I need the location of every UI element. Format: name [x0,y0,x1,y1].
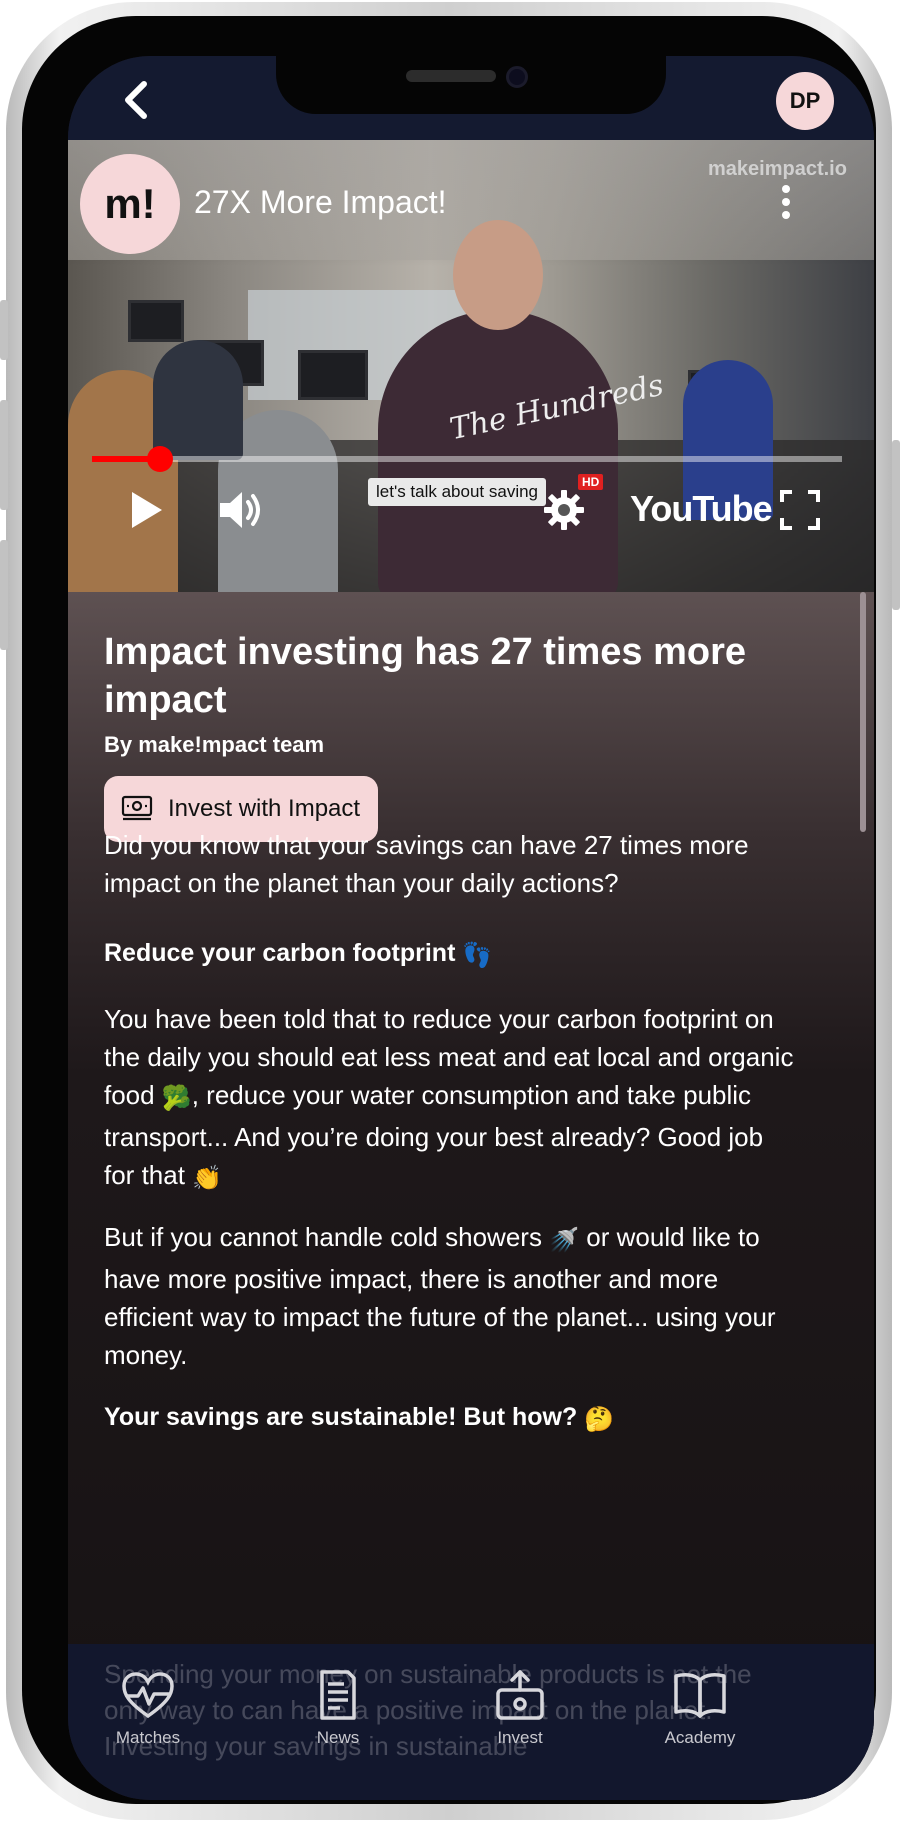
book-icon [674,1673,726,1718]
intro-paragraph: Did you know that your savings can have … [104,830,749,898]
footprints-icon: 👣 [462,942,493,969]
youtube-logo[interactable]: YouTube [630,488,773,530]
nav-label: Academy [664,1728,736,1747]
video-scene-monitor [128,300,184,342]
section-heading: Reduce your carbon footprint 👣 [104,934,794,975]
nav-label: Matches [115,1728,181,1747]
video-scrubber-knob[interactable] [146,446,173,472]
article-title: Impact investing has 27 times more impac… [104,631,747,721]
heading-text: Your savings are sustainable! But how? [104,1403,578,1431]
nav-item-academy[interactable]: Academy [640,1668,760,1768]
heading-text: Reduce your carbon footprint [104,939,456,967]
broccoli-icon: 🥦 [161,1085,192,1112]
video-scene-presenter-head [453,220,543,330]
phone-side-button [0,300,8,360]
gear-icon[interactable] [542,488,586,532]
volume-icon[interactable] [216,488,264,532]
fullscreen-icon[interactable] [780,490,820,530]
screen: DP The Hundreds m! 27X More Impact! make… [68,56,874,1800]
speaker-grille [406,70,496,82]
video-scene-monitor [298,350,368,400]
body-paragraph: But if you cannot handle cold showers 🚿 … [104,1218,794,1374]
front-camera [506,66,528,88]
invest-button-label: Invest with Impact [168,795,361,822]
caption-tooltip: let's talk about saving [368,478,547,506]
video-player[interactable]: The Hundreds m! 27X More Impact! makeimp… [68,140,874,592]
video-title[interactable]: 27X More Impact! [194,184,447,221]
phone-side-button [0,400,8,510]
article-author: By make!mpact team [104,732,325,757]
nav-item-invest[interactable]: Invest [460,1668,580,1768]
heart-pulse-icon [122,1672,174,1719]
newspaper-icon [320,1670,356,1720]
phone-bezel: DP The Hundreds m! 27X More Impact! make… [22,16,876,1804]
clapping-hands-icon: 👏 [192,1165,223,1192]
nav-label: Invest [497,1728,543,1747]
video-scene-person [153,340,243,460]
play-icon[interactable] [126,488,166,532]
chevron-left-icon [125,81,147,119]
scrollbar-thumb[interactable] [860,592,866,832]
paragraph-text: But if you cannot handle cold showers [104,1222,542,1252]
nav-item-matches[interactable]: Matches [88,1668,208,1768]
video-scene-presenter [378,310,618,592]
body-paragraph: You have been told that to reduce your c… [104,1000,794,1198]
notch [276,56,666,114]
more-vertical-icon[interactable] [780,184,792,220]
phone-side-button [0,540,8,650]
article-body: Impact investing has 27 times more impac… [68,592,874,1800]
nav-item-news[interactable]: News [278,1668,398,1768]
thinking-face-icon: 🤔 [584,1406,615,1433]
phone-side-button [892,440,900,610]
channel-logo[interactable]: m! [80,154,180,254]
invest-box-icon [496,1670,544,1720]
avatar[interactable]: DP [776,72,834,130]
banknote-icon [121,795,153,821]
section-heading: Your savings are sustainable! But how? 🤔 [104,1398,794,1439]
video-watermark: makeimpact.io [708,158,847,180]
shower-icon: 🚿 [549,1227,580,1254]
back-button[interactable] [116,78,156,122]
nav-label: News [316,1728,360,1747]
video-progress-track[interactable] [92,456,842,462]
